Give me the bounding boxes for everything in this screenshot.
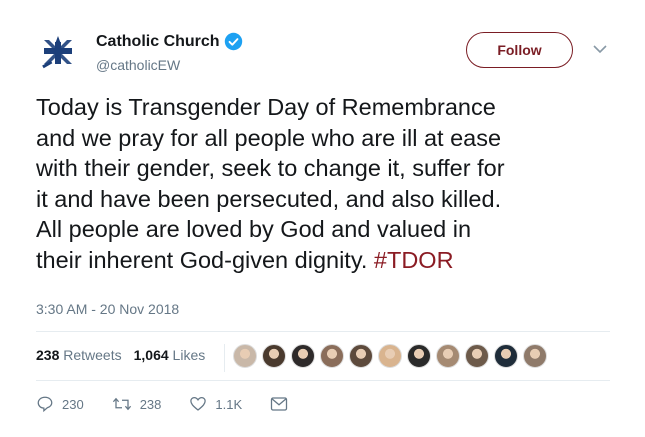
account-name[interactable]: Catholic Church (96, 33, 220, 51)
direct-message-action[interactable] (270, 396, 296, 412)
engagement-stats: 238 Retweets 1,064 Likes (36, 347, 205, 363)
reply-count: 230 (62, 396, 84, 412)
retweets-stat[interactable]: 238 Retweets (36, 347, 122, 363)
chevron-down-icon[interactable] (593, 44, 607, 54)
divider (36, 331, 610, 332)
tweet-line: Today is Transgender Day of Remembrance (36, 94, 496, 120)
liker-avatar[interactable] (291, 344, 315, 368)
verified-badge-icon (224, 32, 242, 51)
tweet-text: Today is Transgender Day of Remembrance … (36, 92, 626, 275)
hashtag-link[interactable]: #TDOR (374, 247, 454, 273)
heart-icon (190, 396, 207, 411)
reply-icon (37, 396, 53, 413)
likes-stat[interactable]: 1,064 Likes (134, 347, 206, 363)
retweets-count: 238 (36, 347, 60, 363)
retweet-icon (112, 397, 131, 411)
likes-label: Likes (172, 347, 206, 363)
catholic-church-logo-avatar[interactable] (36, 30, 80, 74)
liker-avatar[interactable] (233, 344, 257, 368)
account-handle[interactable]: @catholicEW (96, 57, 180, 73)
liker-avatar[interactable] (523, 344, 547, 368)
tweet-timestamp[interactable]: 3:30 AM - 20 Nov 2018 (36, 301, 179, 317)
tweet-line: All people are loved by God and valued i… (36, 216, 472, 242)
tweet-line: it and have been persecuted, and also ki… (36, 185, 502, 212)
liker-avatar[interactable] (494, 344, 518, 368)
divider (36, 380, 610, 381)
liker-avatar[interactable] (262, 344, 286, 368)
tweet-card: Catholic Church @catholicEW Follow Today… (0, 0, 645, 437)
tweet-actions: 230 238 1.1K (36, 395, 324, 413)
liker-avatar[interactable] (349, 344, 373, 368)
likes-count: 1,064 (133, 347, 169, 363)
follow-button[interactable]: Follow (466, 32, 573, 68)
account-name-row: Catholic Church (96, 32, 243, 51)
liker-avatar[interactable] (436, 344, 460, 368)
tweet-line-text: their inherent God-given dignity. (36, 246, 374, 273)
tweet-line-last: their inherent God-given dignity. #TDOR (36, 245, 626, 276)
like-action[interactable]: 1.1K (189, 395, 242, 413)
liker-avatar[interactable] (407, 344, 431, 368)
liker-avatar[interactable] (320, 344, 344, 368)
retweets-label: Retweets (63, 347, 122, 363)
tweet-line: and we pray for all people who are ill a… (36, 124, 502, 151)
retweet-count: 238 (139, 396, 162, 412)
tweet-line: with their gender, seek to change it, su… (36, 155, 505, 181)
like-count: 1.1K (215, 396, 243, 412)
reply-action[interactable]: 230 (36, 395, 84, 413)
retweet-action[interactable]: 238 (112, 395, 162, 413)
liker-avatar[interactable] (465, 344, 489, 368)
liker-avatar[interactable] (378, 344, 402, 368)
envelope-icon (271, 397, 288, 411)
liker-avatars (224, 344, 552, 372)
